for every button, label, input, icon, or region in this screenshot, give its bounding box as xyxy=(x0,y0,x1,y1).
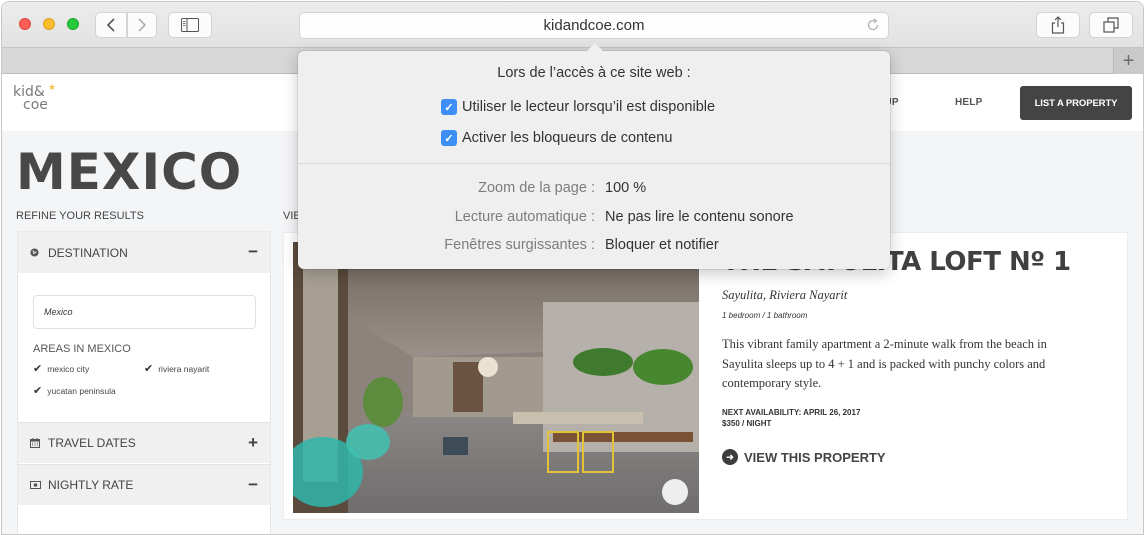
expand-icon[interactable]: + xyxy=(248,433,258,453)
view-property-link[interactable]: ➜ VIEW THIS PROPERTY xyxy=(722,449,886,465)
share-button[interactable] xyxy=(1036,12,1080,38)
listing-description: This vibrant family apartment a 2-minute… xyxy=(722,337,1047,390)
area-checkbox[interactable]: ✔ yucatan peninsula xyxy=(33,384,116,397)
popover-arrow xyxy=(586,43,604,52)
globe-icon xyxy=(30,248,42,257)
url-text: kidandcoe.com xyxy=(543,17,645,34)
page-zoom-label: Zoom de la page : xyxy=(478,180,595,196)
reader-checkbox-label: Utiliser le lecteur lorsqu’il est dispon… xyxy=(462,99,716,115)
back-button[interactable] xyxy=(95,12,127,38)
area-label: yucatan peninsula xyxy=(47,385,116,396)
listing-location: Sayulita, Riviera Nayarit xyxy=(722,288,848,302)
sidebar-toggle-button[interactable] xyxy=(168,12,212,38)
collapse-icon[interactable]: − xyxy=(248,475,258,495)
content-blockers-checkbox-label: Activer les bloqueurs de contenu xyxy=(462,130,673,146)
checkbox-checked-icon: ✓ xyxy=(441,130,457,146)
minimize-window-button[interactable] xyxy=(43,18,55,30)
destination-filter-label: DESTINATION xyxy=(48,245,128,260)
checkmark-icon: ✔ xyxy=(33,363,43,375)
sidebar-icon xyxy=(181,18,199,32)
auto-play-label: Lecture automatique : xyxy=(454,209,595,225)
page-title: MEXICO xyxy=(16,143,243,201)
reload-icon[interactable] xyxy=(866,18,880,36)
view-property-label: VIEW THIS PROPERTY xyxy=(744,449,886,465)
checkmark-icon: ✔ xyxy=(144,363,154,375)
auto-play-popup[interactable]: Ne pas lire le contenu sonore xyxy=(605,209,794,225)
browser-window: kidandcoe.com + kid& coe ★ N UP HELP LIS… xyxy=(1,1,1144,535)
popups-popup[interactable]: Bloquer et notifier xyxy=(605,237,719,253)
money-icon xyxy=(30,481,42,489)
site-logo[interactable]: kid& coe ★ xyxy=(13,83,56,113)
share-icon xyxy=(1051,16,1065,34)
address-bar[interactable]: kidandcoe.com xyxy=(299,12,889,39)
new-tab-button[interactable]: + xyxy=(1113,48,1143,74)
nightly-price: $350 / NIGHT xyxy=(722,419,772,428)
destination-filter-header[interactable]: DESTINATION − xyxy=(18,232,270,273)
nightly-rate-filter-label: NIGHTLY RATE xyxy=(48,478,134,492)
star-icon: ★ xyxy=(48,83,57,93)
calendar-icon xyxy=(30,438,42,448)
plus-icon: + xyxy=(1122,49,1135,72)
filters-panel: DESTINATION − AREAS IN MEXICO ✔ mexico c… xyxy=(17,231,271,534)
area-label: mexico city xyxy=(47,363,90,374)
destination-input[interactable] xyxy=(33,295,256,329)
nightly-rate-filter-header[interactable]: NIGHTLY RATE − xyxy=(18,464,270,505)
popover-divider xyxy=(298,163,890,164)
checkmark-icon: ✔ xyxy=(33,385,43,397)
chevron-left-icon xyxy=(106,18,115,32)
tabs-overview-icon xyxy=(1103,17,1119,33)
page-zoom-popup[interactable]: 100 % xyxy=(605,180,646,196)
close-window-button[interactable] xyxy=(19,18,31,30)
area-checkbox[interactable]: ✔ riviera nayarit xyxy=(144,362,209,375)
collapse-icon[interactable]: − xyxy=(248,242,258,262)
logo-line-2: coe xyxy=(23,97,48,113)
refine-results-label: REFINE YOUR RESULTS xyxy=(16,210,144,222)
popups-label: Fenêtres surgissantes : xyxy=(444,237,595,253)
website-settings-popover: Lors de l’accès à ce site web : ✓ Utilis… xyxy=(298,43,890,269)
areas-label: AREAS IN MEXICO xyxy=(33,343,131,355)
reader-checkbox[interactable]: ✓ Utiliser le lecteur lorsqu’il est disp… xyxy=(441,99,715,115)
forward-button[interactable] xyxy=(127,12,157,38)
listing-card: THE SAYULITA LOFT Nº 1 Sayulita, Riviera… xyxy=(283,232,1128,520)
show-tabs-button[interactable] xyxy=(1089,12,1133,38)
listing-availability: NEXT AVAILABILITY: APRIL 26, 2017 $350 /… xyxy=(722,407,860,429)
availability-date: NEXT AVAILABILITY: APRIL 26, 2017 xyxy=(722,408,861,417)
content-blockers-checkbox[interactable]: ✓ Activer les bloqueurs de contenu xyxy=(441,130,672,146)
arrow-circle-right-icon: ➜ xyxy=(722,449,738,465)
travel-dates-filter-header[interactable]: TRAVEL DATES + xyxy=(18,422,270,463)
checkbox-checked-icon: ✓ xyxy=(441,99,457,115)
chevron-right-icon xyxy=(138,18,147,32)
area-checkbox[interactable]: ✔ mexico city xyxy=(33,362,89,375)
listing-rooms: 1 bedroom / 1 bathroom xyxy=(722,311,808,320)
browser-toolbar: kidandcoe.com xyxy=(2,2,1143,47)
listing-photo[interactable] xyxy=(293,242,699,513)
travel-dates-filter-label: TRAVEL DATES xyxy=(48,436,136,450)
popover-heading: Lors de l’accès à ce site web : xyxy=(497,65,691,81)
nav-help-link[interactable]: HELP xyxy=(955,97,982,108)
zoom-window-button[interactable] xyxy=(67,18,79,30)
list-property-button[interactable]: LIST A PROPERTY xyxy=(1020,86,1132,120)
area-label: riviera nayarit xyxy=(158,363,210,374)
